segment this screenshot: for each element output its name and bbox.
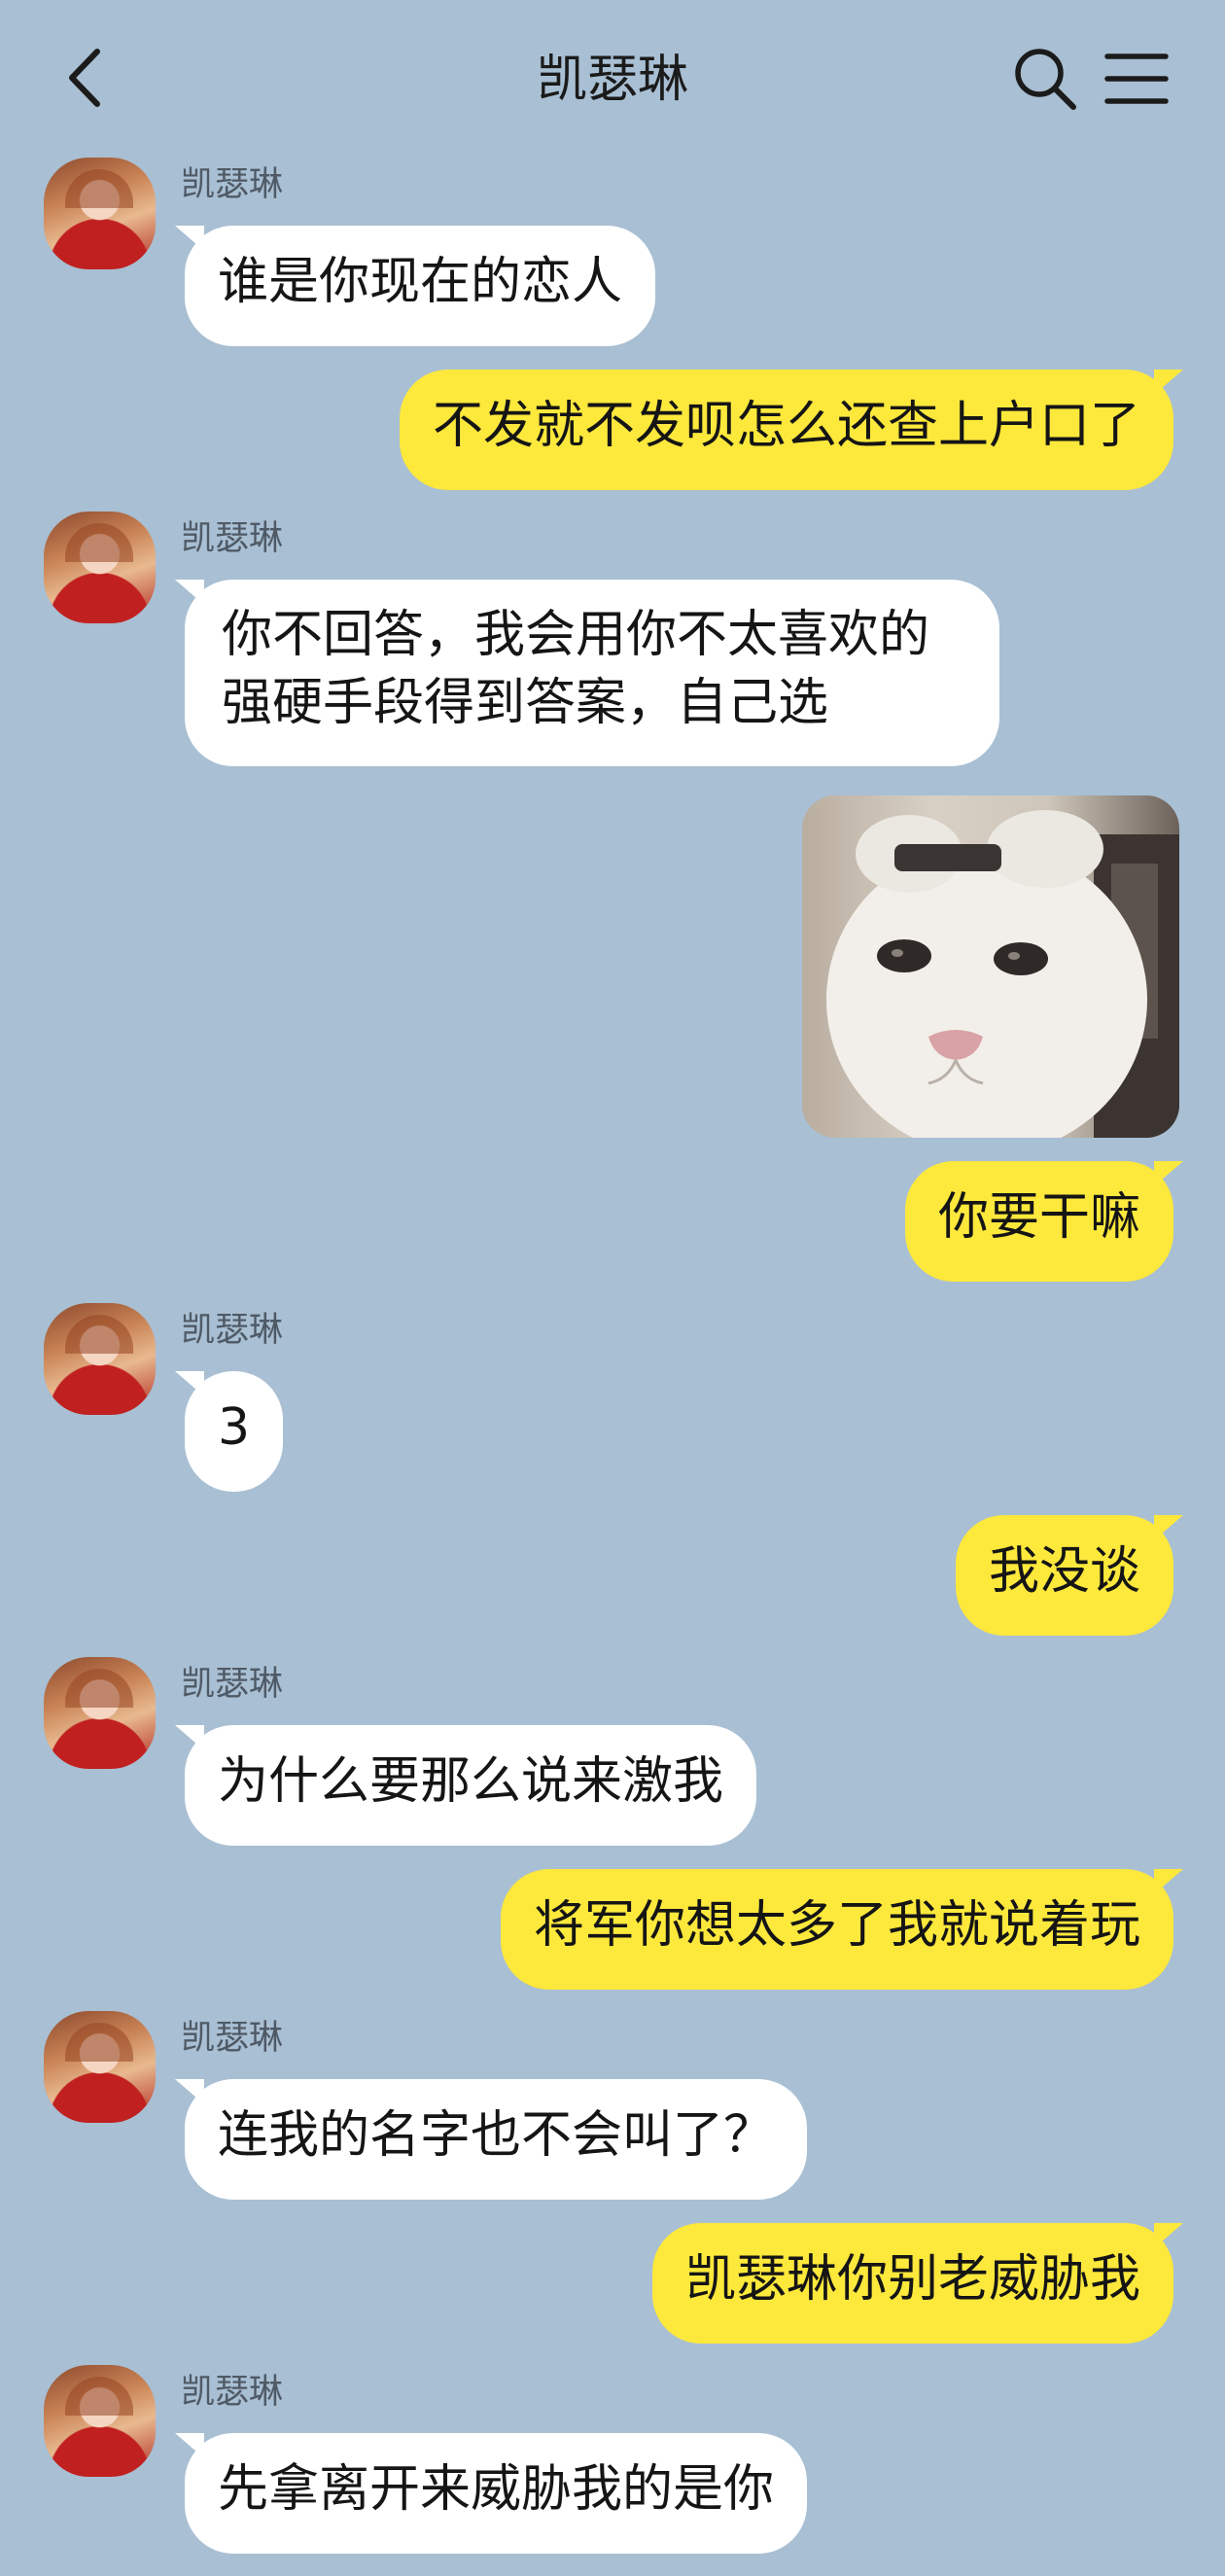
incoming-message-bubble[interactable]: 3: [185, 1371, 284, 1492]
outgoing-message-bubble[interactable]: 我没谈: [955, 1515, 1173, 1636]
avatar[interactable]: [44, 512, 156, 623]
message-text: 我没谈: [988, 1542, 1140, 1601]
message-text: 连我的名字也不会叫了？: [218, 2106, 775, 2165]
message-text: 凯瑟琳你别老威胁我: [684, 2250, 1140, 2309]
sender-name: 凯瑟琳: [181, 2019, 284, 2058]
sender-name: 凯瑟琳: [181, 1665, 284, 1704]
chevron-left-icon: [69, 49, 100, 107]
top-bar: 凯瑟琳: [0, 0, 1225, 156]
sender-name: 凯瑟琳: [181, 519, 284, 558]
sender-name: 凯瑟琳: [181, 2373, 284, 2412]
search-button[interactable]: [1011, 45, 1079, 113]
avatar[interactable]: [44, 158, 156, 269]
message-text: 3: [218, 1398, 251, 1457]
incoming-message-bubble[interactable]: 你不回答，我会用你不太喜欢的强硬手段得到答案，自己选: [185, 580, 999, 766]
outgoing-message-bubble[interactable]: 将军你想太多了我就说着玩: [500, 1869, 1173, 1990]
message-text: 你要干嘛: [937, 1188, 1140, 1247]
cat-meme-image[interactable]: [802, 795, 1179, 1138]
hamburger-menu-icon: [1104, 53, 1169, 104]
search-icon: [1015, 49, 1076, 110]
avatar[interactable]: [44, 1657, 156, 1769]
incoming-message-bubble[interactable]: 连我的名字也不会叫了？: [185, 2079, 808, 2200]
back-button[interactable]: [58, 44, 117, 112]
avatar[interactable]: [44, 2011, 156, 2123]
message-text: 你不回答，我会用你不太喜欢的强硬手段得到答案，自己选: [222, 606, 930, 732]
incoming-message-bubble[interactable]: 为什么要那么说来激我: [185, 1725, 757, 1846]
cat-face-illustration: [826, 810, 1179, 1138]
sender-name: 凯瑟琳: [181, 165, 284, 204]
avatar[interactable]: [44, 1303, 156, 1415]
outgoing-message-bubble[interactable]: 凯瑟琳你别老威胁我: [651, 2223, 1173, 2344]
avatar[interactable]: [44, 2365, 156, 2477]
message-text: 不发就不发呗怎么还查上户口了: [432, 397, 1140, 455]
message-text: 将军你想太多了我就说着玩: [533, 1896, 1140, 1955]
message-text: 先拿离开来威胁我的是你: [218, 2460, 775, 2519]
outgoing-message-bubble[interactable]: 不发就不发呗怎么还查上户口了: [399, 370, 1173, 490]
message-text: 为什么要那么说来激我: [218, 1752, 724, 1811]
incoming-message-bubble[interactable]: 谁是你现在的恋人: [185, 226, 656, 346]
sender-name: 凯瑟琳: [181, 1311, 284, 1350]
menu-button[interactable]: [1103, 51, 1170, 107]
message-text: 谁是你现在的恋人: [218, 253, 623, 311]
incoming-message-bubble[interactable]: 先拿离开来威胁我的是你: [185, 2433, 808, 2554]
outgoing-message-bubble[interactable]: 你要干嘛: [904, 1161, 1173, 1282]
